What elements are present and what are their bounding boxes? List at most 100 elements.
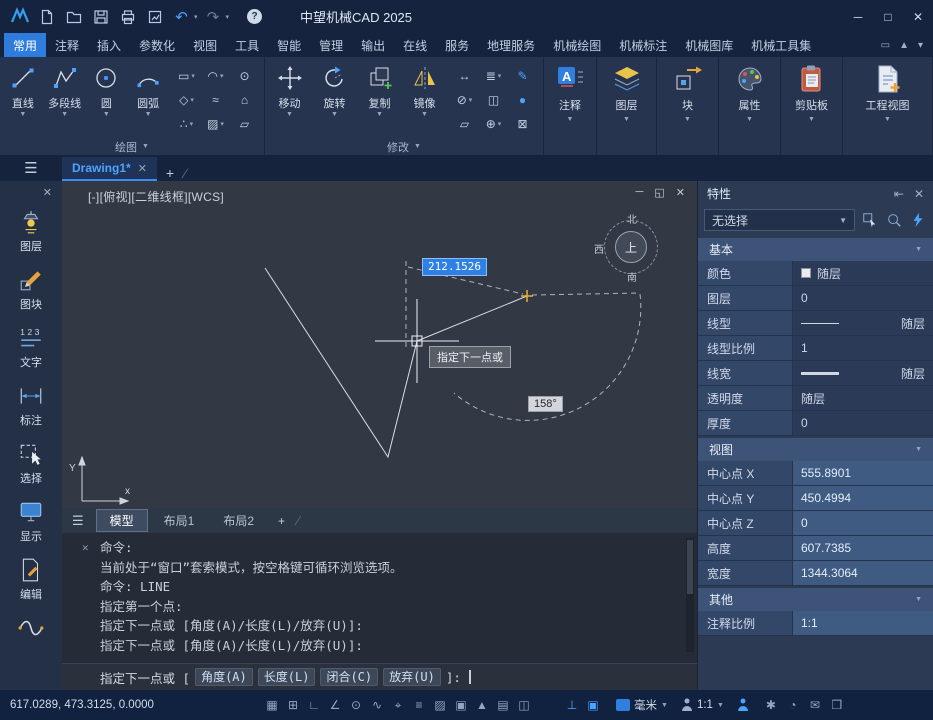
layout-tab-2[interactable]: 布局2 [210,510,267,531]
annotation-icon[interactable]: ▲ [472,695,492,715]
viewport-controls-label[interactable]: [-][俯视][二维线框][WCS] [88,188,224,205]
option-angle[interactable]: 角度(A) [195,668,253,686]
redo-icon[interactable]: ↷ [202,5,225,28]
property-row-height[interactable]: 高度 607.7385 [698,536,933,561]
layout-menu-icon[interactable]: ☰ [72,513,84,529]
lineweight-icon[interactable]: ≡ [409,695,429,715]
tab-online[interactable]: 在线 [394,33,436,57]
viewport-restore-icon[interactable]: ◱ [654,186,664,199]
app-logo-icon[interactable] [8,5,31,28]
tab-mech-drawing[interactable]: 机械绘图 [544,33,610,57]
tab-smart[interactable]: 智能 [268,33,310,57]
save-icon[interactable] [89,5,112,28]
dynamic-ucs-icon[interactable]: ⊥ [562,695,582,715]
view-compass[interactable]: 北 西 南 上 [598,214,664,280]
trim-tool-icon[interactable]: ⊘▾ [451,88,478,112]
tab-annotate[interactable]: 注释 [46,33,88,57]
dropdown-caret-icon[interactable]: ▼ [19,111,26,118]
units-dropdown[interactable]: 毫米 ▼ [616,697,668,713]
polar-icon[interactable]: ∠ [325,695,345,715]
move-tool[interactable]: 移动 ▼ [267,60,312,138]
circle-tool[interactable]: 圆 ▼ [86,60,128,138]
document-tab[interactable]: Drawing1* ✕ [62,157,157,181]
dropdown-caret-icon[interactable]: ▼ [331,111,338,118]
properties-panel-button[interactable]: 属性 ▼ [719,57,781,155]
quick-select-icon[interactable] [860,211,879,230]
rectangle-tool-icon[interactable]: ▭▾ [173,64,200,88]
hatch-tool-icon[interactable]: ▨▾ [202,112,229,136]
otrack-icon[interactable]: ∿ [367,695,387,715]
donut-tool-icon[interactable]: ⊙ [231,64,258,88]
selection-dropdown[interactable]: 无选择 ▼ [704,209,855,231]
tab-mech-library[interactable]: 机械图库 [676,33,742,57]
section-view[interactable]: 视图 ▼ [698,438,933,461]
property-row-linetype[interactable]: 线型 随层 [698,311,933,336]
section-basic[interactable]: 基本 ▼ [698,238,933,261]
dropdown-caret-icon[interactable]: ▼ [746,116,753,123]
osnap-icon[interactable]: ⊙ [346,695,366,715]
print-icon[interactable] [116,5,139,28]
help-icon[interactable]: ? [247,9,262,24]
explode-tool-icon[interactable]: ◫ [480,88,507,112]
command-window[interactable]: ✕ 命令: 当前处于“窗口”套索模式，按空格键可循环浏览选项。 命令: LINE… [62,533,697,690]
open-file-icon[interactable] [62,5,85,28]
property-row-lineweight[interactable]: 线宽 随层 [698,361,933,386]
tab-tools[interactable]: 工具 [226,33,268,57]
layout-tab-model[interactable]: 模型 [96,509,148,532]
table-tool-icon[interactable]: ▱ [231,112,258,136]
sphere-tool-icon[interactable]: ● [509,88,536,112]
property-row-layer[interactable]: 图层 0 [698,286,933,311]
dynamic-input-field[interactable]: 212.1526 [422,258,487,276]
property-row-linetype-scale[interactable]: 线型比例 1 [698,336,933,361]
property-row-width[interactable]: 宽度 1344.3064 [698,561,933,586]
ellipse-tool-icon[interactable]: ◠▾ [202,64,229,88]
dropdown-caret-icon[interactable]: ▼ [623,116,630,123]
property-row-annotation-scale[interactable]: 注释比例 1:1 [698,611,933,636]
scale-tool-icon[interactable]: ⊠ [509,112,536,136]
sidebar-item-blocks[interactable]: 图块 [0,261,62,319]
autohide-icon[interactable]: ⇤ [894,187,904,201]
minimize-button[interactable]: ─ [843,0,873,33]
tab-view[interactable]: 视图 [184,33,226,57]
plot-preview-icon[interactable] [143,5,166,28]
drawing-view-panel[interactable]: 工程视图 ▼ [843,57,933,155]
workspace-gear-icon[interactable]: ✱ [761,695,781,715]
tab-close-icon[interactable]: ✕ [138,162,147,175]
menu-icon[interactable]: ☰ [0,155,62,181]
command-close-icon[interactable]: ✕ [82,541,89,554]
polygon-tool-icon[interactable]: ◇▾ [173,88,200,112]
cycle-icon[interactable]: ▣ [451,695,471,715]
redo-dropdown-icon[interactable]: ▾ [226,13,230,21]
sidebar-item-dimension[interactable]: 标注 [0,377,62,435]
rotate-tool[interactable]: 旋转 ▼ [312,60,357,138]
section-misc[interactable]: 其他 ▼ [698,588,933,611]
sidebar-item-text[interactable]: 1 2 3 文字 [0,319,62,377]
dropdown-caret-icon[interactable]: ▼ [376,111,383,118]
dropdown-caret-icon[interactable]: ▼ [421,111,428,118]
transparency-icon[interactable]: ▨ [430,695,450,715]
dropdown-caret-icon[interactable]: ▼ [567,116,574,123]
sidebar-item-layers[interactable]: 图层 [0,203,62,261]
stretch-tool-icon[interactable]: ↔ [451,64,478,88]
ribbon-options-icon[interactable]: ▾ [918,40,923,51]
annotation-visibility-button[interactable] [737,698,749,712]
property-row-thickness[interactable]: 厚度 0 [698,411,933,436]
command-scrollbar[interactable] [686,538,694,652]
clean-screen-icon[interactable]: ❒ [827,695,847,715]
viewport-close-icon[interactable]: ✕ [676,186,685,199]
clipboard-panel[interactable]: 剪贴板 ▼ [781,57,843,155]
line-tool[interactable]: 直线 ▼ [2,60,44,138]
spline-tool-icon[interactable]: ≈ [202,88,229,112]
compass-west-label[interactable]: 西 [594,241,604,256]
dropdown-caret-icon[interactable]: ▼ [61,111,68,118]
quick-props-icon[interactable]: ◫ [514,695,534,715]
message-icon[interactable]: ✉ [805,695,825,715]
dropdown-caret-icon[interactable]: ▼ [684,116,691,123]
tab-insert[interactable]: 插入 [88,33,130,57]
tab-manage[interactable]: 管理 [310,33,352,57]
point-tool-icon[interactable]: ∴▾ [173,112,200,136]
option-length[interactable]: 长度(L) [258,668,316,686]
viewport-minimize-icon[interactable]: ─ [636,186,644,199]
draw-group-label[interactable]: 绘图▼ [0,138,264,155]
sheet-icon[interactable]: ▤ [493,695,513,715]
